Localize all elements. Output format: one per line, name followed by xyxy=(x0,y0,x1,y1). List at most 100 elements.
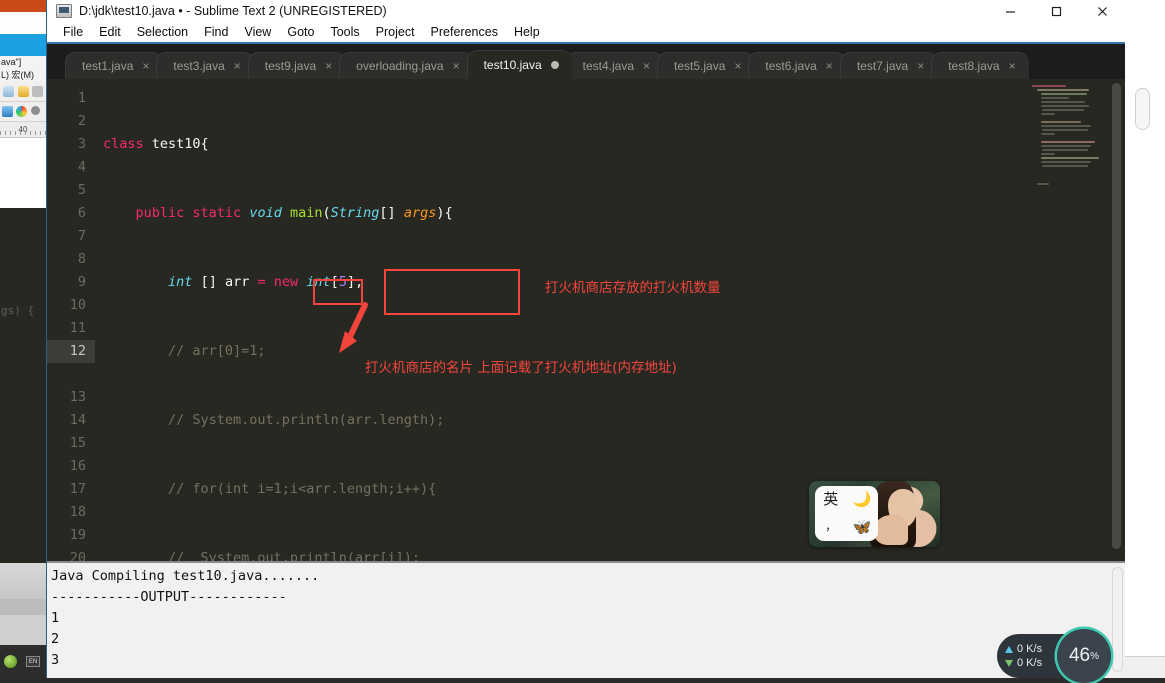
line-number: 9 xyxy=(78,274,86,290)
tab-close-icon[interactable]: × xyxy=(1009,60,1016,72)
menu-item-find[interactable]: Find xyxy=(196,25,236,39)
tray-green-icon[interactable] xyxy=(4,655,17,668)
ime-mode-button[interactable]: 英 xyxy=(823,492,838,507)
bg-window-selected-bar xyxy=(0,34,46,56)
build-output-console[interactable]: Java Compiling test10.java....... ------… xyxy=(47,561,1125,678)
tab-test3-java[interactable]: test3.java × xyxy=(156,52,253,79)
tab-close-icon[interactable]: × xyxy=(643,60,650,72)
menu-item-tools[interactable]: Tools xyxy=(322,25,367,39)
toolbar-icon-3[interactable] xyxy=(32,86,43,97)
tab-label: test3.java xyxy=(173,59,224,73)
tab-test10-java[interactable]: test10.java xyxy=(467,50,572,79)
console-scrollbar[interactable] xyxy=(1112,567,1123,672)
tab-test4-java[interactable]: test4.java × xyxy=(566,52,663,79)
minimap-line xyxy=(1032,85,1066,87)
taskbar-divider xyxy=(0,599,46,615)
code-line-2[interactable]: public static void main(String[] args){ xyxy=(95,202,1125,225)
butterfly-icon[interactable]: 🦋 xyxy=(853,520,872,535)
tab-close-icon[interactable]: × xyxy=(142,60,149,72)
tray-ime-icon[interactable]: EN xyxy=(26,656,40,667)
toolbar-icon-1[interactable] xyxy=(3,86,14,97)
tab-overloading-java[interactable]: overloading.java × xyxy=(339,52,472,79)
line-number: 6 xyxy=(78,205,86,221)
download-arrow-icon xyxy=(1005,660,1013,667)
background-window-left[interactable]: ava"] L) 宏(M) 40 gs) { EN xyxy=(0,0,46,678)
code-line-1[interactable]: class test10{ xyxy=(95,133,1125,156)
editor-vertical-scrollbar[interactable] xyxy=(1110,79,1123,561)
console-line: 3 xyxy=(51,650,1125,671)
tab-test8-java[interactable]: test8.java × xyxy=(931,52,1028,79)
cpu-usage-value: 46 xyxy=(1069,645,1090,667)
tab-test1-java[interactable]: test1.java × xyxy=(65,52,162,79)
windows-logo-icon[interactable] xyxy=(16,106,27,117)
tab-label: test1.java xyxy=(82,59,133,73)
tab-test9-java[interactable]: test9.java × xyxy=(248,52,345,79)
menu-item-preferences[interactable]: Preferences xyxy=(423,25,506,39)
scrollbar-thumb[interactable] xyxy=(1112,83,1121,549)
tab-test7-java[interactable]: test7.java × xyxy=(840,52,937,79)
window-title: D:\jdk\test10.java • - Sublime Text 2 (U… xyxy=(79,4,387,18)
background-window-right[interactable] xyxy=(1125,0,1165,678)
annotation-note-bottom: 打火机商店的名片 上面记载了打火机地址(内存地址) xyxy=(365,357,677,380)
tab-close-icon[interactable]: × xyxy=(826,60,833,72)
tab-label: test6.java xyxy=(765,59,816,73)
tab-test6-java[interactable]: test6.java × xyxy=(748,52,845,79)
code-line-5[interactable]: // System.out.println(arr.length); xyxy=(95,409,1125,432)
menu-item-file[interactable]: File xyxy=(55,25,91,39)
moon-icon[interactable]: 🌙 xyxy=(853,492,872,507)
toolbar-icon-4[interactable] xyxy=(2,106,13,117)
close-icon xyxy=(1096,5,1109,18)
code-editor[interactable]: 1 2 3 4 5 6 7 8 9 10 11 12 13 14 15 16 1… xyxy=(47,79,1125,561)
minimap-line xyxy=(1041,121,1081,123)
sublime-text-window[interactable]: D:\jdk\test10.java • - Sublime Text 2 (U… xyxy=(46,0,1125,678)
tab-bar[interactable]: test1.java × test3.java × test9.java × o… xyxy=(47,44,1125,79)
line-number: 19 xyxy=(70,527,86,543)
bg-window-taskbar-area[interactable]: EN xyxy=(0,563,46,678)
minimize-button[interactable] xyxy=(987,0,1033,22)
line-number: 15 xyxy=(70,435,86,451)
menu-item-project[interactable]: Project xyxy=(368,25,423,39)
toolbar-icon-6[interactable] xyxy=(31,106,40,115)
tab-close-icon[interactable]: × xyxy=(325,60,332,72)
title-bar[interactable]: D:\jdk\test10.java • - Sublime Text 2 (U… xyxy=(47,0,1125,22)
cpu-usage-gauge[interactable]: 46% xyxy=(1057,629,1111,683)
line-number-current: 12 xyxy=(47,340,95,363)
code-minimap[interactable] xyxy=(1028,79,1108,561)
ime-floating-widget[interactable]: 英 🌙 ， 🦋 xyxy=(809,481,940,547)
code-line-7[interactable]: // System.out.println(arr[i]); xyxy=(95,547,1125,561)
menu-item-edit[interactable]: Edit xyxy=(91,25,129,39)
bg-window-text-line1: ava"] xyxy=(0,56,46,69)
bg-window-toolbar-icons[interactable] xyxy=(0,82,46,102)
console-line: 1 xyxy=(51,608,1125,629)
toolbar-icon-2[interactable] xyxy=(18,86,29,97)
tab-close-icon[interactable]: × xyxy=(453,60,460,72)
tab-label: test7.java xyxy=(857,59,908,73)
tab-test5-java[interactable]: test5.java × xyxy=(657,52,754,79)
menu-item-selection[interactable]: Selection xyxy=(129,25,196,39)
maximize-button[interactable] xyxy=(1033,0,1079,22)
code-line-6[interactable]: // for(int i=1;i<arr.length;i++){ xyxy=(95,478,1125,501)
tab-close-icon[interactable]: × xyxy=(917,60,924,72)
menu-bar[interactable]: File Edit Selection Find View Goto Tools… xyxy=(47,22,1125,44)
minimap-line xyxy=(1041,97,1069,99)
code-text-area[interactable]: class test10{ public static void main(St… xyxy=(95,79,1125,561)
window-controls[interactable] xyxy=(987,0,1125,22)
ime-punctuation-button[interactable]: ， xyxy=(825,522,836,533)
line-number: 20 xyxy=(70,550,86,561)
line-number: 10 xyxy=(70,297,86,313)
right-window-scrollbar-thumb[interactable] xyxy=(1135,88,1150,130)
tab-close-icon[interactable]: × xyxy=(234,60,241,72)
line-number: 3 xyxy=(78,136,86,152)
ime-toolbar[interactable]: 英 🌙 ， 🦋 xyxy=(815,486,878,541)
minimap-line xyxy=(1041,153,1055,155)
minimap-line xyxy=(1037,89,1089,91)
menu-item-help[interactable]: Help xyxy=(506,25,548,39)
bg-window-toolbar-icons-2[interactable] xyxy=(0,102,46,122)
tab-close-icon[interactable]: × xyxy=(734,60,741,72)
menu-item-view[interactable]: View xyxy=(236,25,279,39)
menu-item-goto[interactable]: Goto xyxy=(279,25,322,39)
taskbar-mid xyxy=(0,615,46,645)
tab-unsaved-dot-icon[interactable] xyxy=(551,61,559,69)
close-button[interactable] xyxy=(1079,0,1125,22)
console-line: 2 xyxy=(51,629,1125,650)
